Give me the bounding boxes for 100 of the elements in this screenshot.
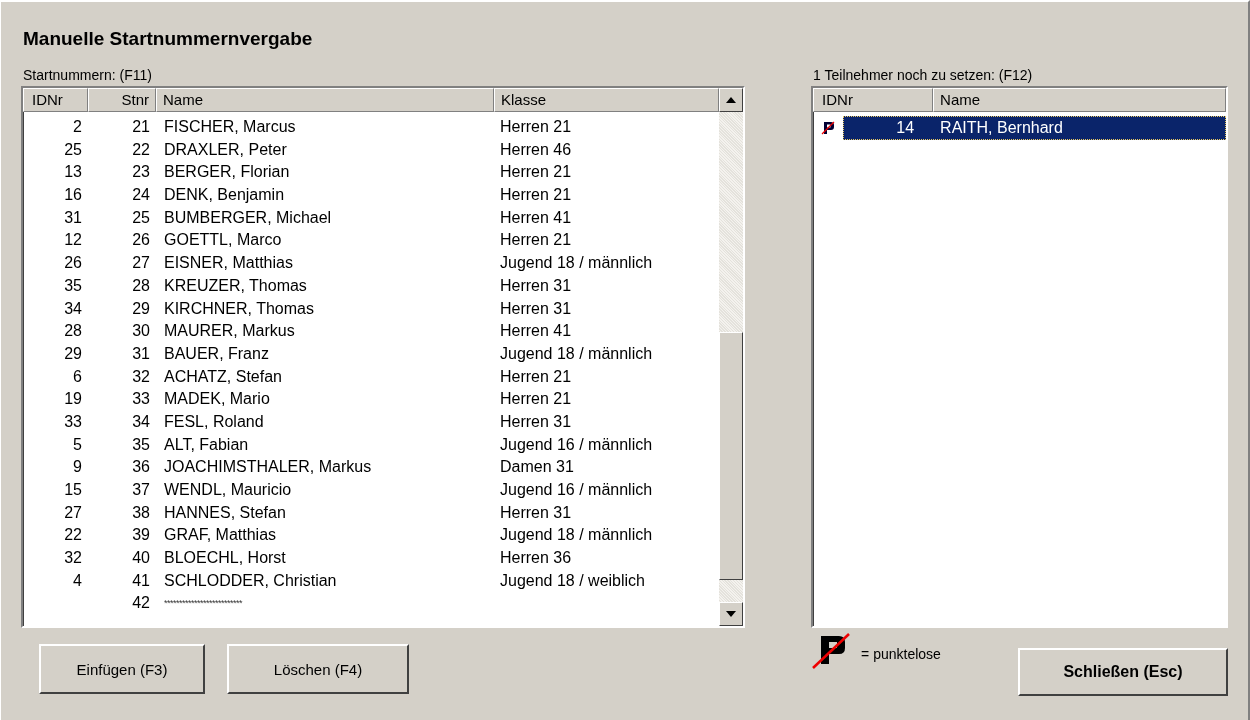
table-cell-text: 26 [63,253,83,274]
table-cell-text: 37 [131,480,151,500]
table-cell-text: 39 [131,525,151,546]
table-cell-text: Jugend 16 / männlich [499,480,654,500]
table-cell-text: SCHLODDER, Christian [163,570,338,591]
table-cell-text: Jugend 18 / männlich [499,525,654,546]
table-cell-text: 28 [131,275,151,296]
table-cell-text: JOACHIMSTHALER, Markus [163,457,373,478]
table-cell-text: 35 [131,434,151,455]
table-cell-text: EISNER, Matthias [163,253,294,274]
table-cell-text: BAUER, Franz [163,343,270,364]
table-cell-text: 5 [72,434,83,455]
table-cell-text: 31 [131,343,151,364]
button[interactable]: Löschen (F4) [227,644,409,694]
table-cell-text: 32 [131,366,151,387]
table-cell-text: 34 [131,411,151,432]
table-cell-text: Herren 21 [499,230,573,251]
table-cell-text: 33 [131,389,151,410]
table-cell-text: 42 [131,593,151,614]
up-arrow-icon [726,97,737,103]
table-cell-text: Jugend 18 / männlich [499,343,654,364]
scroll-down-button[interactable] [719,602,744,626]
table-cell-text: DRAXLER, Peter [163,139,288,160]
table-cell-text: Herren 46 [499,139,573,160]
table-cell-text: KREUZER, Thomas [163,275,308,296]
crossed-p-icon [811,632,852,670]
scroll-up-button[interactable] [719,88,744,112]
table-cell-text: Jugend 16 / männlich [499,434,654,455]
table-cell-text: Herren 21 [499,185,573,206]
table-cell-text: 29 [131,298,151,319]
table-cell-text: 35 [63,275,83,296]
table-cell-text: 28 [63,321,83,342]
table-cell-text: ALT, Fabian [163,434,250,455]
list-label: Startnummern: (F11) [22,66,153,85]
table-cell-text: Herren 21 [499,117,573,137]
table-cell-text: Herren 21 [499,389,573,410]
table-cell-text: 13 [63,162,83,183]
table-cell-text: DENK, Benjamin [163,185,286,206]
table-cell-text: Herren 31 [499,275,573,296]
table-cell-text: ************************** [163,597,244,611]
table-cell-text: MADEK, Mario [163,389,271,410]
table-cell-text: BUMBERGER, Michael [163,207,333,228]
table-cell-text: GOETTL, Marco [163,230,283,251]
table-cell-text: 22 [63,525,83,546]
scrollbar[interactable] [719,88,744,626]
table-cell-text: HANNES, Stefan [163,502,287,523]
table-cell-text: 25 [131,207,151,228]
table-cell-text: Jugend 18 / männlich [499,253,654,274]
table-cell-text: 25 [63,139,83,160]
table-cell-text: 23 [131,162,151,183]
table-cell-text: Herren 31 [499,298,573,319]
table-cell-text: 33 [63,411,83,432]
table-cell-text: Jugend 18 / weiblich [499,570,646,591]
table-cell-text: 9 [72,457,83,478]
down-arrow-icon [726,611,737,617]
table-cell-text: 4 [72,570,83,591]
table-cell-text: 30 [131,321,151,342]
table-cell-text: 24 [131,185,151,206]
window-title: Manuelle Startnummernvergabe [22,28,314,51]
table-cell-text: 16 [63,185,83,206]
table-cell-text: 27 [131,253,151,274]
table-cell-text: BLOECHL, Horst [163,548,287,569]
table-cell-text: 31 [63,207,83,228]
table-cell-text: 40 [131,548,151,569]
table-cell-text: ACHATZ, Stefan [163,366,283,387]
table-cell-text: Herren 31 [499,502,573,523]
table-cell-text: 41 [131,570,151,591]
table-cell-text: 32 [63,548,83,569]
table-cell-text: GRAF, Matthias [163,525,278,546]
table-cell-text: 27 [63,502,83,523]
scrollbar-thumb[interactable] [719,332,744,580]
list-row[interactable]: 14 RAITH, Bernhard [843,116,1226,140]
column-header[interactable]: Stnr [88,88,156,112]
button[interactable]: Einfügen (F3) [39,644,205,694]
table-cell-text: KIRCHNER, Thomas [163,298,315,319]
table-cell-text: WENDL, Mauricio [163,480,293,500]
table-cell-text: FISCHER, Marcus [163,117,297,137]
table-cell-text: Herren 41 [499,321,573,342]
table-cell-text: FESL, Roland [163,411,265,432]
column-header[interactable]: Name [933,88,1226,112]
column-header[interactable]: IDNr [23,88,88,112]
table-cell-text: 26 [131,230,151,251]
table-cell-text: 38 [131,502,151,523]
table-cell-text: 6 [72,366,83,387]
table-cell-text: 36 [131,457,151,478]
table-cell-text: Damen 31 [499,457,575,478]
column-header[interactable]: Klasse [494,88,720,112]
table-cell-text: 21 [131,117,151,137]
table-cell-text: Herren 21 [499,162,573,183]
table-cell-text: MAURER, Markus [163,321,296,342]
column-header[interactable]: IDNr [813,88,934,112]
table-cell-text: Herren 21 [499,366,573,387]
list-label: 1 Teilnehmer noch zu setzen: (F12) [812,66,1034,85]
table-cell-text: 29 [63,343,83,364]
legend-text: = punktelose [861,645,941,662]
close-button[interactable]: Schließen (Esc) [1018,648,1228,696]
table-cell-text: Herren 41 [499,207,573,228]
table-cell-text: 2 [72,117,83,137]
table-cell-text: BERGER, Florian [163,162,291,183]
column-header[interactable]: Name [156,88,494,112]
